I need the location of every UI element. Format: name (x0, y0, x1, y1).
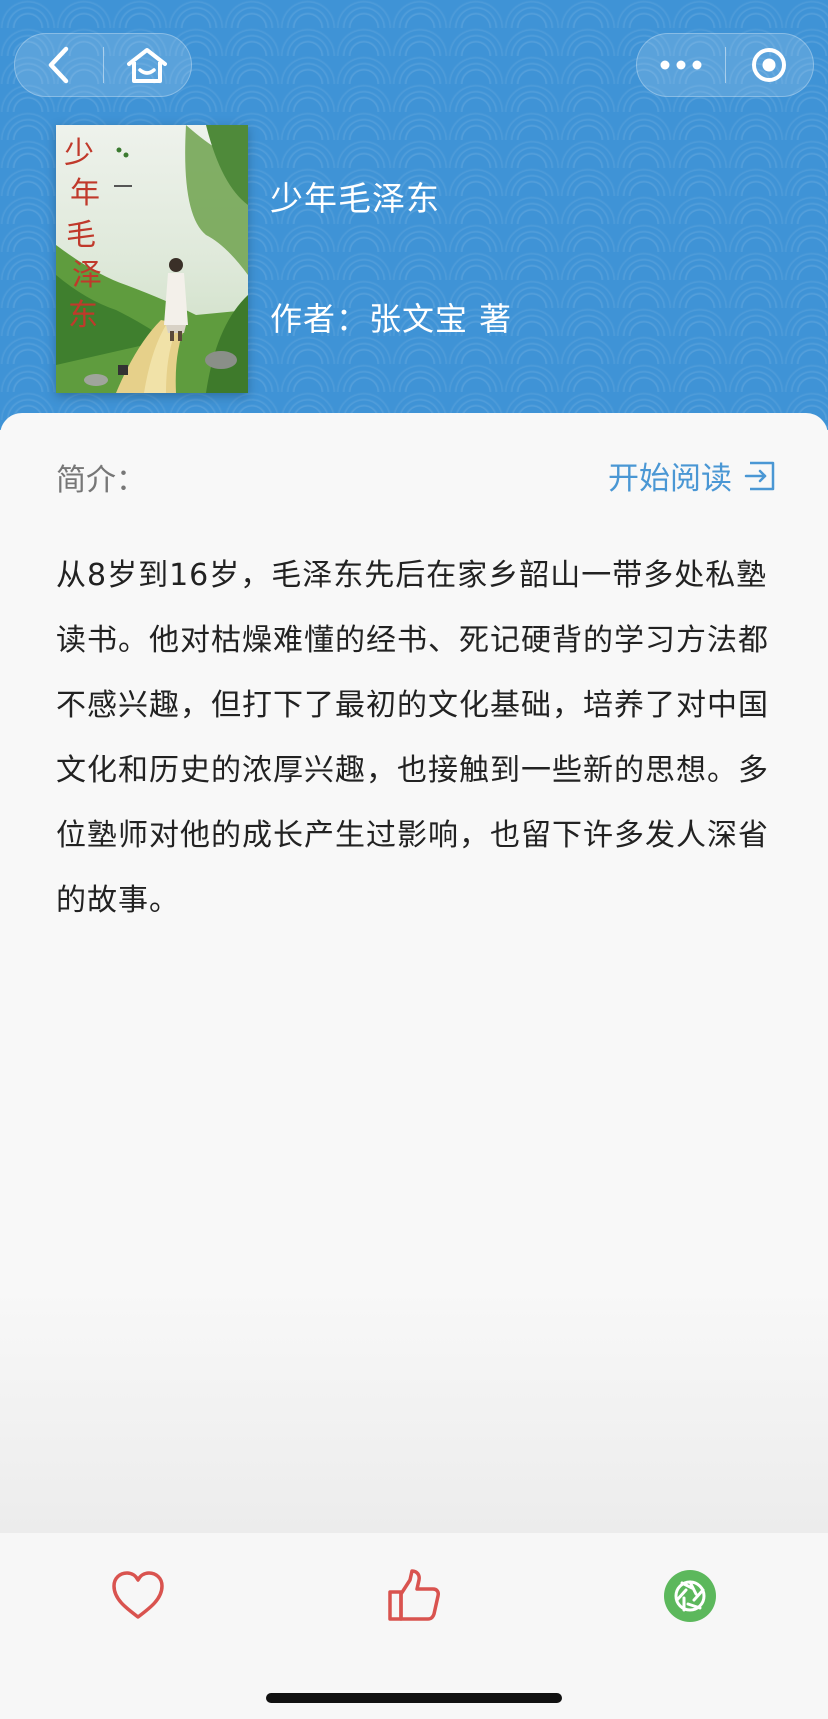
shutter-icon (664, 1570, 716, 1622)
heart-icon (112, 1571, 164, 1619)
target-circle-icon (752, 48, 787, 82)
more-button[interactable] (637, 34, 725, 96)
book-title: 少年毛泽东 (270, 179, 440, 218)
cover-title-char: 东 (68, 298, 98, 333)
enter-icon (744, 461, 775, 490)
home-indicator (266, 1693, 562, 1703)
thumbs-up-icon (388, 1569, 440, 1621)
home-button[interactable] (104, 34, 192, 96)
start-reading-label: 开始阅读 (608, 461, 732, 497)
book-author: 作者：张文宝 著 (270, 300, 513, 338)
favorite-button[interactable] (106, 1564, 170, 1628)
more-dots-icon (660, 60, 702, 70)
nav-capsule (14, 33, 192, 97)
back-button[interactable] (15, 34, 103, 96)
cover-title-char: 泽 (72, 258, 102, 293)
book-cover-art: 少 年 毛 泽 东 (56, 125, 248, 393)
close-miniapp-button[interactable] (726, 34, 814, 96)
cover-title-char: 少 (64, 136, 94, 171)
cover-title-char: 年 (70, 176, 100, 211)
menu-capsule (636, 33, 814, 97)
bottom-action-bar (0, 1533, 828, 1719)
start-reading-button[interactable]: 开始阅读 (608, 453, 776, 498)
intro-label: 简介： (56, 463, 146, 498)
home-icon (127, 48, 168, 83)
cover-title-char: 毛 (66, 218, 96, 253)
like-button[interactable] (382, 1564, 446, 1628)
book-summary: 从8岁到16岁，毛泽东先后在家乡韶山一带多处私塾读书。他对枯燥难懂的经书、死记硬… (56, 558, 769, 918)
book-header: 少 年 毛 泽 东 少年毛泽东 作者：张文宝 著 (0, 0, 828, 430)
share-button[interactable] (658, 1564, 722, 1628)
chevron-left-icon (48, 46, 68, 84)
book-detail-card: 简介： 开始阅读 从8岁到16岁，毛泽东先后在家乡韶山一带多处私塾读书。他对枯燥… (0, 413, 828, 1533)
book-cover[interactable]: 少 年 毛 泽 东 (56, 125, 248, 393)
